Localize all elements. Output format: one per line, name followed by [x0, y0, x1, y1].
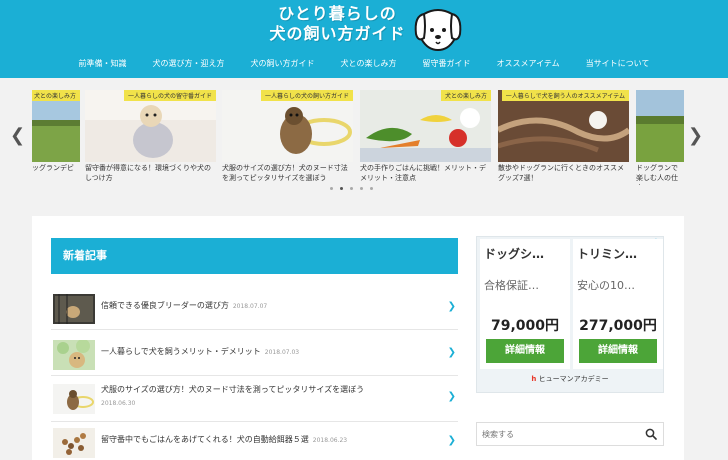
- ad-brand-name: ヒューマンアカデミー: [538, 375, 609, 383]
- carousel-dot[interactable]: [360, 187, 363, 190]
- ad-product-sub: 安心の10…: [577, 279, 635, 292]
- ad-product-name: トリミン…: [577, 247, 638, 261]
- carousel-next-icon[interactable]: ❯: [688, 126, 703, 146]
- nav-item[interactable]: 当サイトについて: [573, 54, 663, 76]
- article-title-text: 留守番中でもごはんをあげてくれる！犬の自動給餌器５選: [101, 435, 309, 444]
- slide-image: 犬との楽しみ方: [32, 90, 80, 162]
- article-item[interactable]: 留守番中でもごはんをあげてくれる！犬の自動給餌器５選 2018.06.23 ❯: [51, 424, 458, 460]
- carousel-prev-icon[interactable]: ❮: [10, 126, 25, 146]
- site-title-line2: 犬の飼い方ガイド: [269, 24, 406, 43]
- nav-item[interactable]: 犬の飼い方ガイド: [238, 54, 328, 76]
- global-nav: 前準備・知識 犬の選び方・迎え方 犬の飼い方ガイド 犬との楽しみ方 留守番ガイド…: [0, 54, 728, 76]
- slide-category-tag: 一人暮らしの犬の飼い方ガイド: [260, 90, 353, 101]
- ad-detail-button[interactable]: 詳細情報: [579, 339, 657, 363]
- article-title: 留守番中でもごはんをあげてくれる！犬の自動給餌器５選 2018.06.23: [101, 434, 347, 445]
- article-thumbnail: [53, 294, 95, 324]
- slide-image: 一人暮らしの犬の留守番ガイド: [85, 90, 216, 162]
- slide-image: 犬との楽しみ方: [360, 90, 491, 162]
- new-articles-heading: 新着記事: [51, 238, 458, 274]
- chevron-right-icon: ❯: [447, 301, 456, 312]
- article-date: 2018.06.30: [101, 400, 136, 407]
- slide-image: 一人暮らしで犬を飼う人のオススメアイテム: [498, 90, 629, 162]
- article-thumbnail: [53, 384, 95, 414]
- article-thumbnail: [53, 428, 95, 458]
- slide-title: 散歩やドッグランに行くときのオススメグッズ7選！: [498, 164, 624, 182]
- slide-title: 留守番が得意になる！環境づくりや犬のしつけ方: [85, 164, 211, 182]
- chevron-right-icon: ❯: [447, 435, 456, 446]
- carousel-dot[interactable]: [370, 187, 373, 190]
- slide-image: 一人暮らしの犬の飼い方ガイド: [222, 90, 353, 162]
- slide-title: ッグランデビ: [32, 164, 74, 172]
- slide-title: 犬服のサイズの選び方！犬のヌード寸法を測ってピッタリサイズを選ぼう: [222, 164, 348, 182]
- nav-item[interactable]: オススメアイテム: [483, 54, 572, 76]
- article-title-text: 信頼できる優良ブリーダーの選び方: [101, 301, 229, 310]
- article-title-text: 犬服のサイズの選び方！犬のヌード寸法を測ってピッタリサイズを選ぼう: [101, 385, 365, 394]
- site-title-line1: ひとり暮らしの: [278, 4, 397, 23]
- ad-product-name: ドッグシ…: [484, 247, 545, 261]
- slide-image: [636, 90, 684, 162]
- chevron-right-icon: ❯: [447, 391, 456, 402]
- carousel-slide[interactable]: 一人暮らしの犬の留守番ガイド 留守番が得意になる！環境づくりや犬のしつけ方: [85, 90, 216, 185]
- carousel-dot-active[interactable]: [340, 187, 343, 190]
- article-item[interactable]: 犬服のサイズの選び方！犬のヌード寸法を測ってピッタリサイズを選ぼう 2018.0…: [51, 380, 458, 422]
- carousel-slide[interactable]: 一人暮らしで犬を飼う人のオススメアイテム 散歩やドッグランに行くときのオススメグ…: [498, 90, 629, 185]
- slide-category-tag: 犬との楽しみ方: [441, 90, 491, 101]
- article-date: 2018.07.07: [232, 303, 268, 310]
- ad-column[interactable]: ドッグシ… 合格保証… 79,000円 詳細情報: [480, 239, 570, 369]
- article-title: 信頼できる優良ブリーダーの選び方 2018.07.07: [101, 300, 267, 311]
- article-title-text: 一人暮らしで犬を飼うメリット・デメリット: [101, 347, 261, 356]
- ad-detail-button[interactable]: 詳細情報: [486, 339, 564, 363]
- carousel-slide[interactable]: 犬との楽しみ方 ッグランデビ: [32, 90, 80, 185]
- nav-item[interactable]: 犬の選び方・迎え方: [140, 54, 238, 76]
- chevron-right-icon: ❯: [447, 347, 456, 358]
- carousel-dot[interactable]: [350, 187, 353, 190]
- carousel-dots: [330, 187, 373, 190]
- nav-item[interactable]: 犬との楽しみ方: [328, 54, 410, 76]
- slide-title: 犬の手作りごはんに挑戦！メリット・デメリット・注意点: [360, 164, 486, 182]
- carousel-slide[interactable]: 犬との楽しみ方 犬の手作りごはんに挑戦！メリット・デメリット・注意点: [360, 90, 491, 185]
- site-header: ひとり暮らしの 犬の飼い方ガイド 前準備・知識 犬の選び方・迎え方 犬の飼い方ガ…: [0, 0, 728, 78]
- site-title: ひとり暮らしの 犬の飼い方ガイド: [250, 4, 425, 44]
- ad-banner[interactable]: ▷ ドッグシ… 合格保証… 79,000円 詳細情報 トリミン… 安心の10… …: [476, 236, 664, 393]
- article-item[interactable]: 一人暮らしで犬を飼うメリット・デメリット 2018.07.03 ❯: [51, 336, 458, 376]
- site-logo[interactable]: ひとり暮らしの 犬の飼い方ガイド: [250, 4, 480, 52]
- article-date: 2018.06.23: [312, 437, 348, 444]
- article-title: 犬服のサイズの選び方！犬のヌード寸法を測ってピッタリサイズを選ぼう: [101, 384, 364, 395]
- carousel-slide[interactable]: 一人暮らしの犬の飼い方ガイド 犬服のサイズの選び方！犬のヌード寸法を測ってピッタ…: [222, 90, 353, 185]
- article-item[interactable]: 信頼できる優良ブリーダーの選び方 2018.07.07 ❯: [51, 290, 458, 330]
- ad-product-sub: 合格保証…: [484, 279, 539, 292]
- carousel-slide[interactable]: ドッグランで楽しむ人の仕方: [636, 90, 684, 185]
- search-icon[interactable]: [645, 428, 657, 440]
- slide-category-tag: 犬との楽しみ方: [32, 90, 80, 101]
- article-date: 2018.07.03: [264, 349, 300, 356]
- slide-title: ドッグランで楽しむ人の仕方: [636, 164, 678, 185]
- ad-brand[interactable]: h ヒューマンアカデミー: [477, 374, 663, 384]
- dog-logo-icon: [414, 9, 462, 52]
- article-title: 一人暮らしで犬を飼うメリット・デメリット 2018.07.03: [101, 346, 299, 357]
- slide-category-tag: 一人暮らしで犬を飼う人のオススメアイテム: [501, 90, 629, 101]
- search-box: [476, 422, 664, 446]
- article-thumbnail: [53, 340, 95, 370]
- featured-carousel: ❮ 犬との楽しみ方 ッグランデビ 一人暮らしの犬の留守番ガイド 留守番が得意にな…: [0, 78, 728, 198]
- ad-brand-logo-icon: h: [531, 375, 537, 383]
- nav-item[interactable]: 留守番ガイド: [409, 54, 483, 76]
- ad-price: 79,000円: [490, 318, 560, 334]
- search-input[interactable]: [477, 423, 637, 445]
- ad-price: 277,000円: [579, 318, 657, 334]
- ad-column[interactable]: トリミン… 安心の10… 277,000円 詳細情報: [573, 239, 663, 369]
- nav-item[interactable]: 前準備・知識: [66, 54, 140, 76]
- slide-category-tag: 一人暮らしの犬の留守番ガイド: [123, 90, 216, 101]
- carousel-dot[interactable]: [330, 187, 333, 190]
